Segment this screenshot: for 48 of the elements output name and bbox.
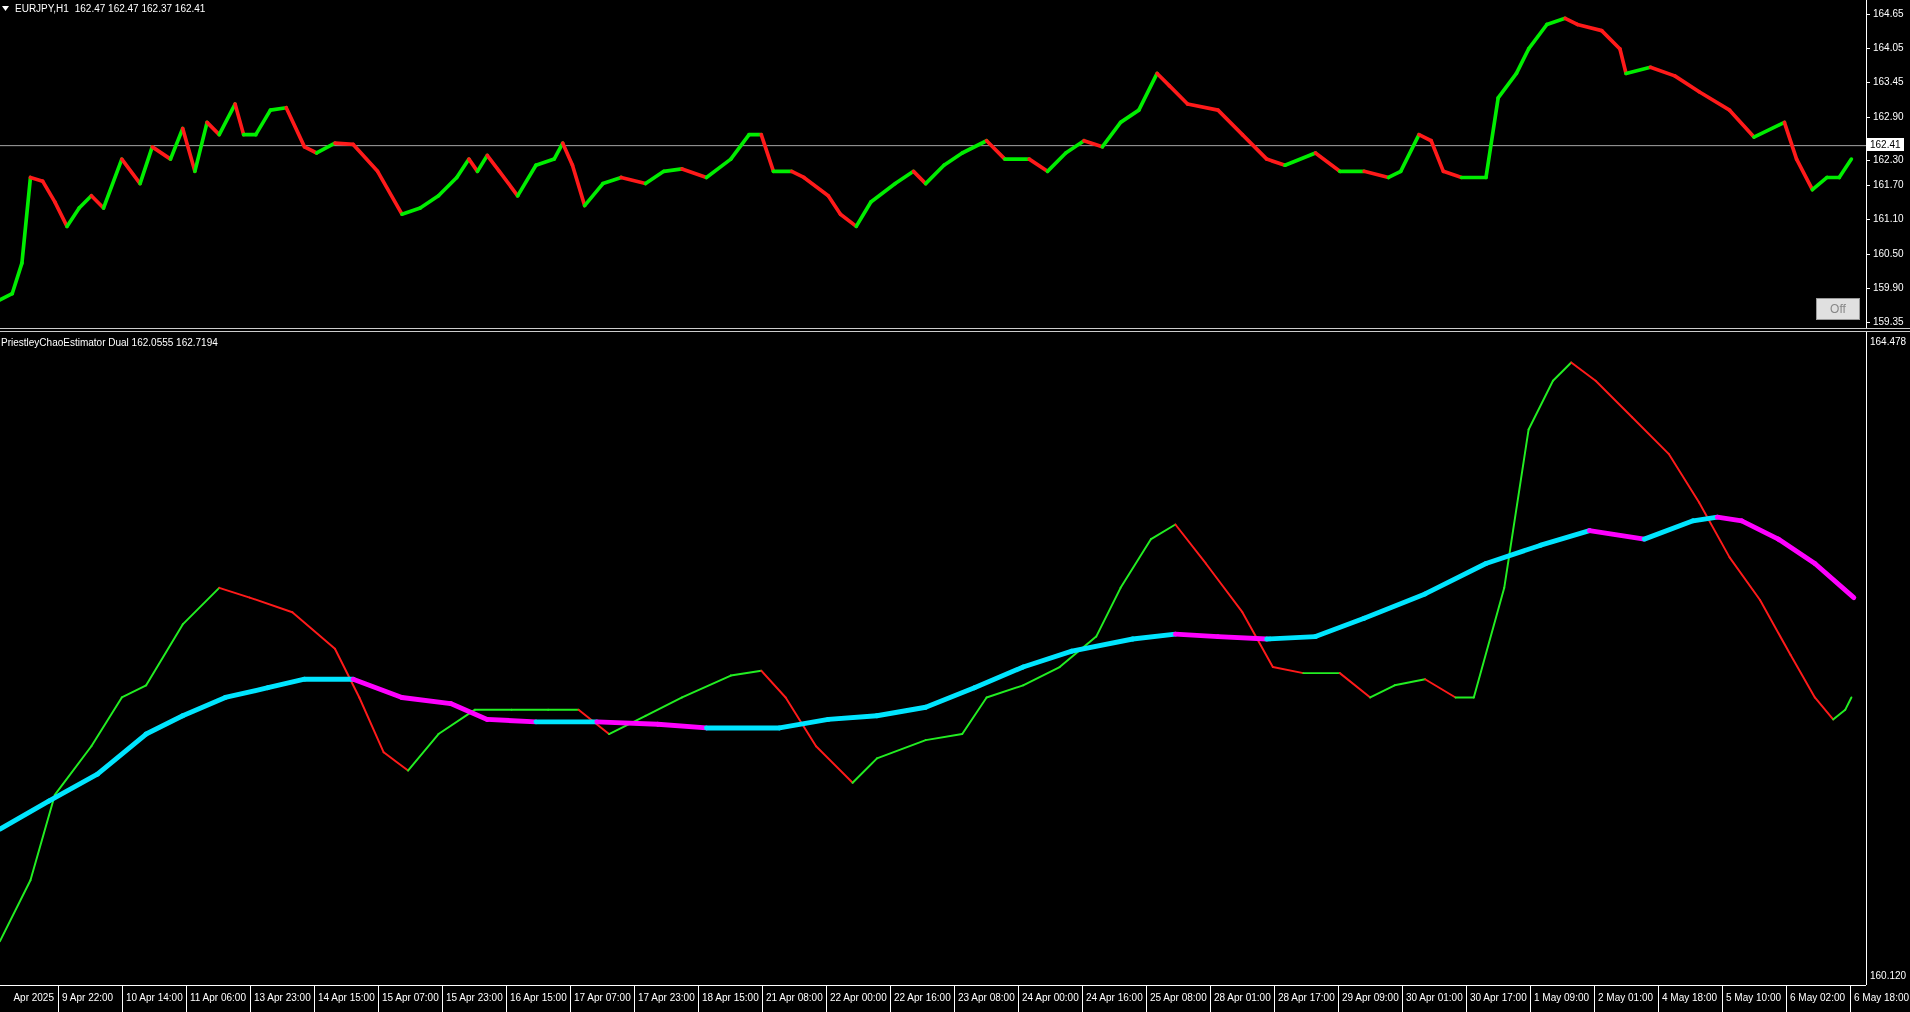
time-axis-label: 16 Apr 15:00 <box>506 986 570 1012</box>
time-axis-label: 4 May 18:00 <box>1658 986 1722 1012</box>
price-axis-label: 162.90 <box>1867 110 1910 123</box>
dropdown-triangle-icon[interactable] <box>2 6 9 11</box>
price-axis-label: 159.35 <box>1867 315 1910 328</box>
time-axis-label: 25 Apr 08:00 <box>1146 986 1210 1012</box>
time-axis-label: 29 Apr 09:00 <box>1338 986 1402 1012</box>
time-axis-label: 18 Apr 15:00 <box>698 986 762 1012</box>
time-axis-label: 17 Apr 23:00 <box>634 986 698 1012</box>
price-axis-label: 162.30 <box>1867 153 1910 166</box>
price-axis-label: 161.70 <box>1867 179 1910 192</box>
time-axis-label: 13 Apr 23:00 <box>250 986 314 1012</box>
indicator-axis-label: 160.120 <box>1870 969 1907 983</box>
indicator-axis-label: 164.478 <box>1870 335 1907 349</box>
price-axis-label: 160.50 <box>1867 247 1910 260</box>
time-axis-label: 15 Apr 07:00 <box>378 986 442 1012</box>
time-axis-label: 28 Apr 01:00 <box>1210 986 1274 1012</box>
time-axis-label: 10 Apr 14:00 <box>122 986 186 1012</box>
time-axis-label: 2 May 01:00 <box>1594 986 1658 1012</box>
time-axis-label: 22 Apr 00:00 <box>826 986 890 1012</box>
off-button[interactable]: Off <box>1816 298 1860 320</box>
time-axis-label: 11 Apr 06:00 <box>186 986 250 1012</box>
indicator-label: PriestleyChaoEstimator Dual 162.0555 162.7194 <box>1 336 218 350</box>
time-axis-label: 24 Apr 16:00 <box>1082 986 1146 1012</box>
time-axis-label: 21 Apr 08:00 <box>762 986 826 1012</box>
price-axis-label: 161.10 <box>1867 213 1910 226</box>
price-axis-label: 164.05 <box>1867 42 1910 55</box>
time-axis-label: 17 Apr 07:00 <box>570 986 634 1012</box>
time-axis-label: 15 Apr 23:00 <box>442 986 506 1012</box>
time-axis-label: Apr 2025 <box>12 991 55 1005</box>
time-axis-label: 30 Apr 17:00 <box>1466 986 1530 1012</box>
price-axis-label: 159.90 <box>1867 281 1910 294</box>
symbol-timeframe: EURJPY,H1 <box>15 2 69 16</box>
ohlc-values: 162.47 162.47 162.37 162.41 <box>74 2 206 16</box>
time-axis-label: 1 May 09:00 <box>1530 986 1594 1012</box>
time-axis-label: 9 Apr 22:00 <box>58 986 122 1012</box>
time-axis-label: 28 Apr 17:00 <box>1274 986 1338 1012</box>
time-axis-label: 30 Apr 01:00 <box>1402 986 1466 1012</box>
time-axis-label: 5 May 10:00 <box>1722 986 1786 1012</box>
current-price-label: 162.41 <box>1867 138 1904 151</box>
time-axis-label: 24 Apr 00:00 <box>1018 986 1082 1012</box>
time-axis-label: 6 May 18:00 <box>1850 986 1910 1012</box>
time-axis-label: 6 May 02:00 <box>1786 986 1850 1012</box>
price-axis-label: 164.65 <box>1867 8 1910 20</box>
time-axis-label: 14 Apr 15:00 <box>314 986 378 1012</box>
price-axis-label: 163.45 <box>1867 76 1910 89</box>
time-axis-label: 22 Apr 16:00 <box>890 986 954 1012</box>
time-axis-label: 23 Apr 08:00 <box>954 986 1018 1012</box>
